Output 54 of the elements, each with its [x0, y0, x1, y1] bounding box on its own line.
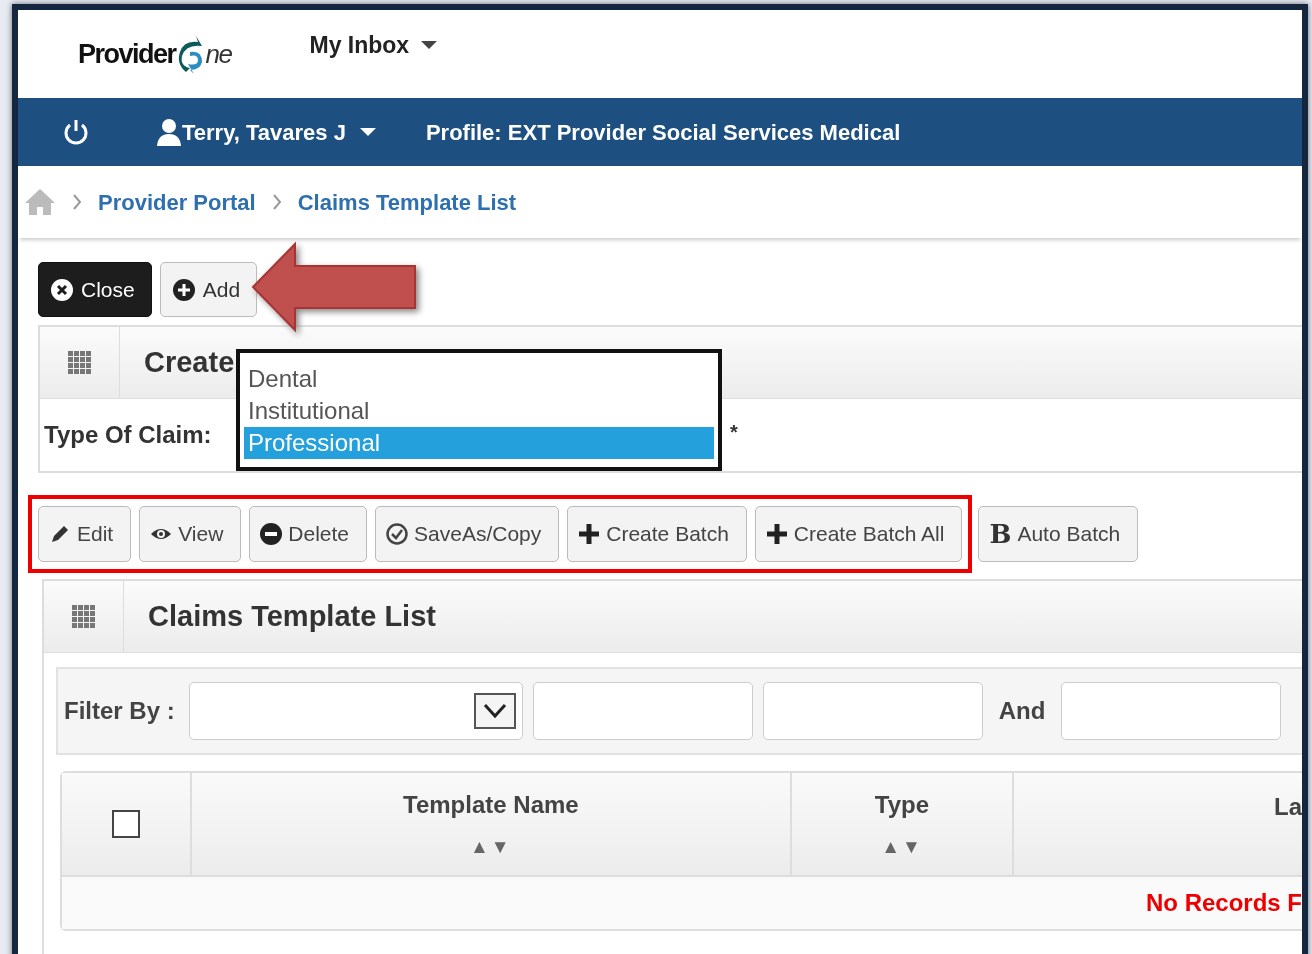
filter-input[interactable]: [532, 682, 753, 740]
power-icon: [62, 118, 90, 146]
pencil-icon: [49, 523, 71, 545]
action-button[interactable]: Add: [159, 262, 258, 317]
user-icon: [156, 118, 182, 146]
panel-title: Claims Template List: [147, 598, 436, 634]
select-all-checkbox[interactable]: [111, 810, 140, 838]
toolbar-button[interactable]: Create Batch All: [754, 506, 963, 562]
filter-label: Filter By :: [64, 696, 175, 726]
grid-icon: [72, 605, 95, 628]
filter-select[interactable]: [188, 682, 523, 740]
listbox-option[interactable]: Dental: [244, 363, 714, 395]
listbox-option[interactable]: Institutional: [244, 395, 714, 427]
chevron-icon: [271, 193, 282, 211]
plus-icon: [765, 523, 788, 545]
check-icon: [386, 523, 409, 545]
filter-input[interactable]: [762, 682, 983, 740]
breadcrumb-link[interactable]: Claims Template List: [297, 185, 517, 219]
panel-title: Create: [143, 344, 235, 380]
toolbar-button[interactable]: View: [139, 506, 242, 562]
bold-icon: B: [989, 514, 1012, 554]
chevron-down-icon: [482, 703, 507, 719]
toolbar-button[interactable]: B Auto Batch: [978, 506, 1139, 562]
logo-text: ne: [205, 37, 232, 71]
and-label: And: [998, 696, 1046, 726]
profile-text: Profile: EXT Provider Social Services Medical: [425, 118, 901, 147]
toolbar-button[interactable]: Delete: [249, 506, 368, 562]
action-button[interactable]: Close: [38, 262, 152, 317]
field-label: Type Of Claim:: [44, 420, 212, 450]
chevron-icon: [72, 193, 82, 211]
caret-icon: [421, 40, 438, 50]
required-mark: *: [730, 420, 738, 445]
toolbar-button[interactable]: SaveAs/Copy: [375, 506, 560, 562]
user-menu[interactable]: Terry, Tavares J: [156, 115, 376, 149]
plus-icon: [578, 523, 601, 545]
add-icon: [172, 278, 195, 301]
column-header: Template Name: [403, 789, 579, 820]
claim-type-listbox[interactable]: Dental Institutional Professional: [236, 349, 722, 471]
sort-icon[interactable]: ▲▼: [470, 832, 512, 862]
column-header: La: [1274, 792, 1302, 822]
sort-icon[interactable]: ▲▼: [881, 832, 923, 862]
inbox-menu[interactable]: My Inbox: [309, 27, 438, 63]
minus-icon: [260, 523, 283, 545]
caret-icon: [359, 127, 376, 137]
close-icon: [51, 278, 73, 301]
breadcrumb-link[interactable]: Provider Portal: [98, 185, 256, 219]
column-header: Type: [874, 789, 930, 820]
logo-text: Provider: [78, 37, 176, 71]
toolbar-button[interactable]: Edit: [38, 506, 132, 562]
empty-message: No Records F: [62, 877, 1302, 929]
filter-input[interactable]: [1061, 682, 1282, 740]
home-icon: [24, 188, 56, 216]
toolbar-button[interactable]: Create Batch: [567, 506, 747, 562]
grid-icon: [68, 351, 91, 374]
